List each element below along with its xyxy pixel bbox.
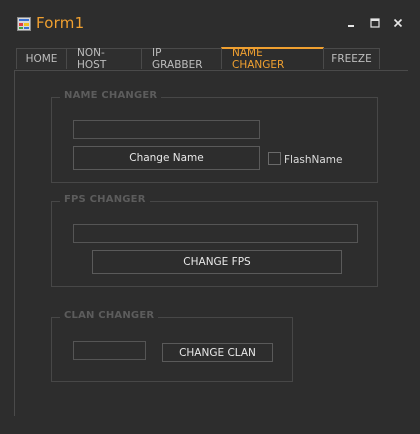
change-name-label: Change Name (129, 152, 204, 164)
tab-home[interactable]: HOME (16, 48, 67, 69)
maximize-button[interactable] (366, 14, 384, 32)
name-input[interactable] (73, 120, 260, 139)
change-fps-label: CHANGE FPS (183, 256, 251, 268)
close-icon (393, 18, 403, 28)
minimize-icon (348, 25, 354, 27)
fps-input[interactable] (73, 224, 358, 243)
change-name-button[interactable]: Change Name (73, 146, 260, 170)
name-changer-group-label: NAME CHANGER (60, 90, 162, 101)
maximize-icon (370, 18, 380, 28)
flash-name-checkbox[interactable] (268, 152, 281, 165)
main-window: Form1 HOME NON-HOST IP GRABBER NAME CHAN… (0, 0, 420, 434)
change-fps-button[interactable]: CHANGE FPS (92, 250, 342, 274)
name-changer-group: NAME CHANGER (51, 90, 378, 183)
change-clan-label: CHANGE CLAN (179, 346, 256, 359)
close-button[interactable] (389, 14, 407, 32)
tab-label: HOME (25, 53, 58, 65)
minimize-button[interactable] (343, 14, 361, 32)
tab-label: NON-HOST (77, 47, 107, 71)
tab-label: NAME CHANGER (232, 47, 285, 71)
tab-label: FREEZE (331, 53, 372, 65)
tab-name-changer[interactable]: NAME CHANGER (221, 47, 324, 71)
tab-ip-grabber[interactable]: IP GRABBER (141, 47, 222, 71)
tab-strip: HOME NON-HOST IP GRABBER NAME CHANGER FR… (16, 47, 380, 71)
change-clan-button[interactable]: CHANGE CLAN (162, 343, 273, 362)
tab-page-top-border (14, 70, 408, 71)
clan-changer-group-label: CLAN CHANGER (60, 310, 159, 321)
form-app-icon (17, 17, 31, 31)
window-title: Form1 (36, 14, 85, 32)
clan-input[interactable] (73, 341, 146, 360)
tab-freeze[interactable]: FREEZE (323, 48, 380, 69)
fps-changer-group: FPS CHANGER (51, 194, 378, 287)
fps-changer-group-label: FPS CHANGER (60, 194, 150, 205)
flash-name-label[interactable]: FlashName (284, 154, 343, 166)
tab-non-host[interactable]: NON-HOST (66, 47, 142, 71)
tab-page-left-border (14, 70, 15, 416)
title-bar[interactable]: Form1 (0, 0, 420, 44)
tab-label: IP GRABBER (152, 47, 203, 71)
